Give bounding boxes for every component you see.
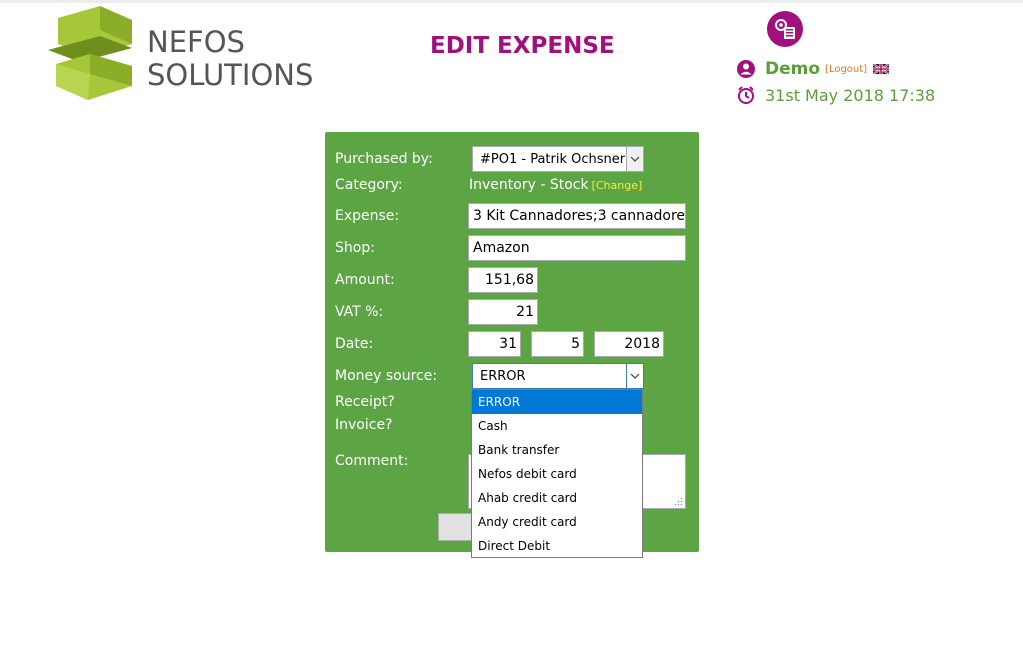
- purchased-by-value: #PO1 - Patrik Ochsner: [480, 151, 626, 167]
- invoice-label: Invoice?: [335, 417, 393, 433]
- nefos-logo-icon: [48, 6, 132, 100]
- dropdown-option[interactable]: Bank transfer: [472, 438, 642, 462]
- settings-button[interactable]: [767, 11, 803, 47]
- vat-input[interactable]: 21: [468, 299, 538, 325]
- user-icon: [737, 60, 755, 78]
- purchased-by-label: Purchased by:: [335, 151, 433, 167]
- money-source-value: ERROR: [480, 368, 526, 384]
- company-name: NEFOS SOLUTIONS: [147, 26, 313, 92]
- dropdown-option[interactable]: Ahab credit card: [472, 486, 642, 510]
- datetime-info: 31st May 2018 17:38: [736, 84, 935, 106]
- current-datetime: 31st May 2018 17:38: [765, 85, 936, 105]
- dropdown-option[interactable]: Andy credit card: [472, 510, 642, 534]
- category-value: Inventory - Stock: [469, 177, 589, 193]
- category-label: Category:: [335, 177, 403, 193]
- settings-checklist-icon: [775, 19, 795, 39]
- shop-label: Shop:: [335, 240, 375, 256]
- uk-flag-icon[interactable]: [873, 64, 890, 74]
- category-display: Inventory - Stock [Change]: [469, 177, 642, 193]
- chevron-down-icon[interactable]: [626, 147, 643, 171]
- amount-label: Amount:: [335, 272, 395, 288]
- date-year-input[interactable]: 2018: [594, 331, 664, 357]
- money-source-dropdown-list[interactable]: ERROR Cash Bank transfer Nefos debit car…: [471, 389, 643, 558]
- page-title: EDIT EXPENSE: [430, 33, 615, 59]
- logo-line-2: SOLUTIONS: [147, 58, 314, 92]
- logout-link[interactable]: [Logout]: [825, 64, 867, 75]
- money-source-select[interactable]: ERROR: [472, 363, 644, 389]
- expense-input[interactable]: 3 Kit Cannadores;3 cannadores; 3: [468, 203, 686, 229]
- logo-line-1: NEFOS: [147, 25, 245, 59]
- dropdown-option[interactable]: Cash: [472, 414, 642, 438]
- chevron-down-icon[interactable]: [626, 364, 643, 388]
- date-label: Date:: [335, 336, 374, 352]
- clock-icon: [738, 86, 754, 104]
- user-info: Demo [Logout]: [736, 58, 890, 80]
- amount-input[interactable]: 151,68: [468, 267, 538, 293]
- resize-grip-icon[interactable]: [674, 497, 683, 506]
- date-month-input[interactable]: 5: [531, 331, 584, 357]
- category-change-link[interactable]: [Change]: [592, 179, 643, 192]
- dropdown-option[interactable]: Direct Debit: [472, 534, 642, 558]
- dropdown-option[interactable]: ERROR: [472, 390, 642, 414]
- receipt-label: Receipt?: [335, 394, 395, 410]
- shop-input[interactable]: Amazon: [468, 235, 686, 261]
- purchased-by-select[interactable]: #PO1 - Patrik Ochsner: [472, 146, 644, 172]
- money-source-label: Money source:: [335, 368, 438, 384]
- dropdown-option[interactable]: Nefos debit card: [472, 462, 642, 486]
- vat-label: VAT %:: [335, 304, 384, 320]
- date-day-input[interactable]: 31: [468, 331, 521, 357]
- comment-label: Comment:: [335, 453, 409, 469]
- expense-label: Expense:: [335, 208, 400, 224]
- user-name: Demo: [765, 59, 821, 79]
- top-border: [0, 0, 1023, 3]
